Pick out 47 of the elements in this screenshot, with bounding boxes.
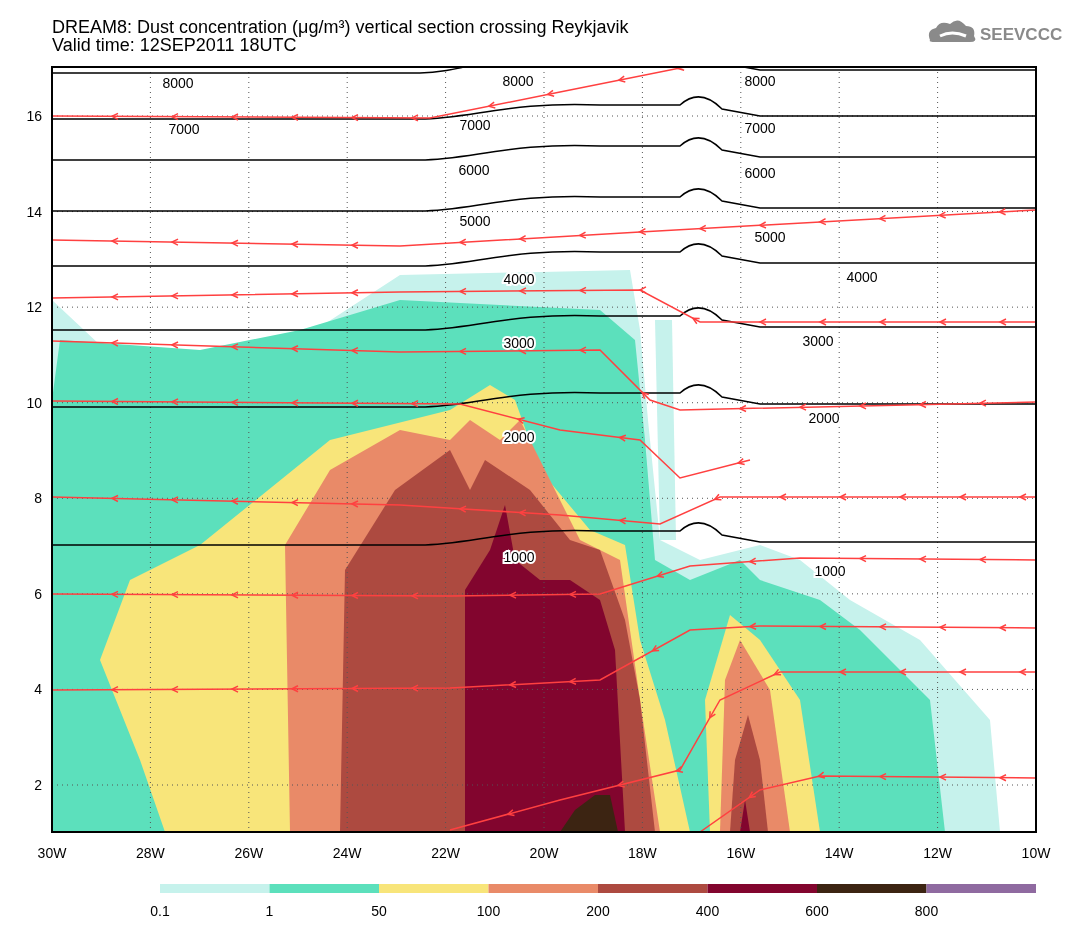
colorbar-label: 200 [586,903,610,919]
y-axis-label: 14 [26,203,42,220]
x-axis-label: 24W [332,845,362,861]
x-axis-label: 10W [1021,845,1051,861]
x-axis-label: 12W [923,845,952,861]
x-axis-label: 30W [37,845,67,861]
x-axis-label: 14W [824,845,854,861]
colorbar-label: 800 [914,903,939,919]
contour-label: 5000 [459,213,491,229]
x-axis-label: 22W [431,845,460,861]
y-axis-label: 6 [34,585,42,602]
colorbar-label: 0.1 [150,903,170,919]
y-axis-label: 12 [26,299,42,316]
cloud-logo-icon [928,20,976,42]
contour-label: 2000 [808,410,840,426]
contour-label: 1000 [503,549,535,565]
x-axis-label: 26W [234,845,264,861]
y-axis-label: 10 [26,394,42,411]
contour-label: 3000 [802,333,834,349]
contour-label: 4000 [846,269,878,285]
x-axis-label: 16W [726,845,756,861]
x-axis-label: 18W [628,845,657,861]
contour-label: 8000 [162,75,194,91]
colorbar-label: 100 [476,903,501,919]
y-axis-label: 4 [34,681,42,698]
x-axis-label: 20W [529,845,559,861]
contour-label: 1000 [814,563,846,579]
colorbar-label: 600 [805,903,829,919]
chart-title: DREAM8: Dust concentration (μg/m³) vertical section crossing Reykjavik [52,17,629,37]
logo-text: SEEVCCC [980,25,1063,44]
contour-label: 4000 [503,271,535,287]
y-axis-label: 16 [26,108,42,124]
colorbar-label: 1 [265,903,274,919]
x-axis-label: 28W [136,845,165,861]
contour-label: 3000 [503,335,535,351]
colorbar-label: 50 [371,903,387,919]
contour-label: 8000 [502,73,534,89]
contour-label: 8000 [744,73,776,89]
contour-label: 6000 [458,162,490,178]
colorbar-label: 400 [695,903,720,919]
contour-label: 7000 [459,117,491,133]
y-axis-label: 8 [34,490,42,507]
contour-label: 7000 [168,121,200,137]
contour-label: 5000 [754,229,786,245]
contour-label: 7000 [744,120,776,136]
y-axis-label: 2 [34,777,42,793]
contour-label: 6000 [744,165,776,181]
